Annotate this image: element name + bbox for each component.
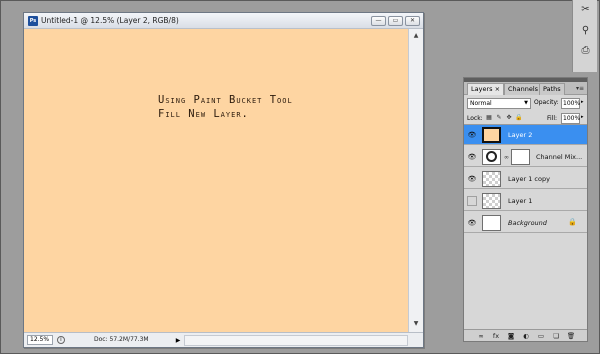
layer-row-channel-mixer[interactable]: 👁 ∞ Channel Mix...: [464, 147, 587, 167]
eye-icon[interactable]: 👁: [467, 130, 477, 140]
layer-name: Channel Mix...: [536, 153, 583, 161]
panel-tabs: Layers × Channels Paths ▾≡: [464, 82, 587, 95]
layer-thumbnail: [482, 193, 501, 209]
zoom-level-field[interactable]: 12.5%: [27, 335, 53, 345]
tab-paths[interactable]: Paths: [539, 83, 565, 95]
document-window: Ps Untitled-1 @ 12.5% (Layer 2, RGB/8) —…: [23, 12, 424, 348]
doc-size-readout: Doc: 57.2M/77.3M: [94, 336, 149, 343]
lock-pixels-icon[interactable]: ✎: [495, 114, 503, 122]
group-icon[interactable]: ▭: [536, 331, 546, 341]
layer-row-layer-2[interactable]: 👁 Layer 2: [464, 125, 587, 145]
lock-row: Lock: ▦ ✎ ✥ 🔒 Fill: 100% ▸: [467, 113, 586, 124]
opacity-field[interactable]: 100%: [561, 98, 580, 109]
fill-field[interactable]: 100%: [561, 113, 580, 124]
document-titlebar[interactable]: Ps Untitled-1 @ 12.5% (Layer 2, RGB/8) —…: [24, 13, 423, 29]
status-menu-arrow-icon[interactable]: ▶: [174, 336, 182, 345]
minimize-button[interactable]: —: [371, 16, 386, 26]
document-title: Untitled-1 @ 12.5% (Layer 2, RGB/8): [41, 16, 179, 25]
layer-row-layer-1-copy[interactable]: 👁 Layer 1 copy: [464, 169, 587, 189]
layer-name: Background: [508, 219, 547, 227]
link-icon[interactable]: ∞: [476, 331, 486, 341]
layers-panel: Layers × Channels Paths ▾≡ Normal ▼ Opac…: [463, 77, 588, 342]
vertical-scrollbar[interactable]: ▲ ▼: [408, 29, 423, 343]
trash-icon[interactable]: 🗑: [566, 331, 576, 341]
opacity-label: Opacity:: [534, 99, 559, 106]
restore-button[interactable]: ▭: [388, 16, 403, 26]
tab-channels[interactable]: Channels: [504, 83, 543, 95]
panel-footer: ∞ fx ◙ ◐ ▭ ❏ 🗑: [464, 329, 587, 341]
layer-list: 👁 Layer 2 👁 ∞ Channel Mix... 👁 Layer 1 c…: [464, 124, 587, 329]
layer-name: Layer 2: [508, 131, 533, 139]
tab-layers[interactable]: Layers ×: [467, 83, 505, 95]
blend-mode-select[interactable]: Normal ▼: [467, 98, 531, 109]
horizontal-scrollbar[interactable]: [184, 335, 408, 346]
tool-strip: ✂ ⚲ ⎙: [572, 0, 597, 72]
canvas[interactable]: Using Paint Bucket Tool Fill New Layer.: [24, 29, 408, 343]
close-button[interactable]: ✕: [405, 16, 420, 26]
lock-position-icon[interactable]: ✥: [505, 114, 513, 122]
layer-thumbnail: [482, 215, 501, 231]
fill-slider-icon[interactable]: ▸: [581, 114, 584, 120]
canvas-text-line-2: Fill New Layer.: [158, 108, 249, 120]
fx-icon[interactable]: fx: [491, 331, 501, 341]
status-info-icon[interactable]: i: [57, 336, 65, 344]
lock-label: Lock:: [467, 115, 483, 122]
canvas-annotation: Using Paint Bucket Tool Fill New Layer.: [158, 93, 293, 121]
photoshop-icon: Ps: [28, 16, 38, 26]
canvas-text-line-1: Using Paint Bucket Tool: [158, 94, 293, 106]
new-layer-icon[interactable]: ❏: [551, 331, 561, 341]
layer-row-layer-1[interactable]: Layer 1: [464, 191, 587, 211]
fill-label: Fill:: [547, 115, 558, 122]
scroll-down-icon[interactable]: ▼: [411, 319, 421, 329]
document-status-bar: 12.5% i Doc: 57.2M/77.3M ▶: [24, 332, 423, 347]
eye-icon[interactable]: 👁: [467, 152, 477, 162]
lock-icon: 🔒: [568, 218, 577, 226]
adjustment-layer-icon: [482, 149, 501, 165]
layer-row-background[interactable]: 👁 Background 🔒: [464, 213, 587, 233]
opacity-slider-icon[interactable]: ▸: [581, 99, 584, 105]
blend-row: Normal ▼ Opacity: 100% ▸: [467, 98, 586, 110]
visibility-toggle[interactable]: [467, 196, 477, 206]
crop-tool-icon[interactable]: ✂: [578, 3, 593, 16]
layer-thumbnail: [482, 171, 501, 187]
layer-mask-thumbnail[interactable]: [511, 149, 530, 165]
blend-mode-value: Normal: [470, 100, 492, 107]
lock-transparency-icon[interactable]: ▦: [485, 114, 493, 122]
panel-menu-icon[interactable]: ▾≡: [576, 85, 584, 92]
adjustment-icon[interactable]: ◐: [521, 331, 531, 341]
clone-stamp-icon[interactable]: ⎙: [578, 44, 593, 57]
scroll-up-icon[interactable]: ▲: [411, 31, 421, 41]
mask-icon[interactable]: ◙: [506, 331, 516, 341]
layer-name: Layer 1 copy: [508, 175, 550, 183]
layer-name: Layer 1: [508, 197, 533, 205]
layer-thumbnail: [482, 127, 501, 143]
chevron-down-icon: ▼: [524, 100, 528, 106]
lock-all-icon[interactable]: 🔒: [515, 114, 523, 122]
link-icon: ∞: [504, 154, 509, 161]
history-brush-icon[interactable]: ⚲: [578, 24, 593, 37]
eye-icon[interactable]: 👁: [467, 218, 477, 228]
eye-icon[interactable]: 👁: [467, 174, 477, 184]
